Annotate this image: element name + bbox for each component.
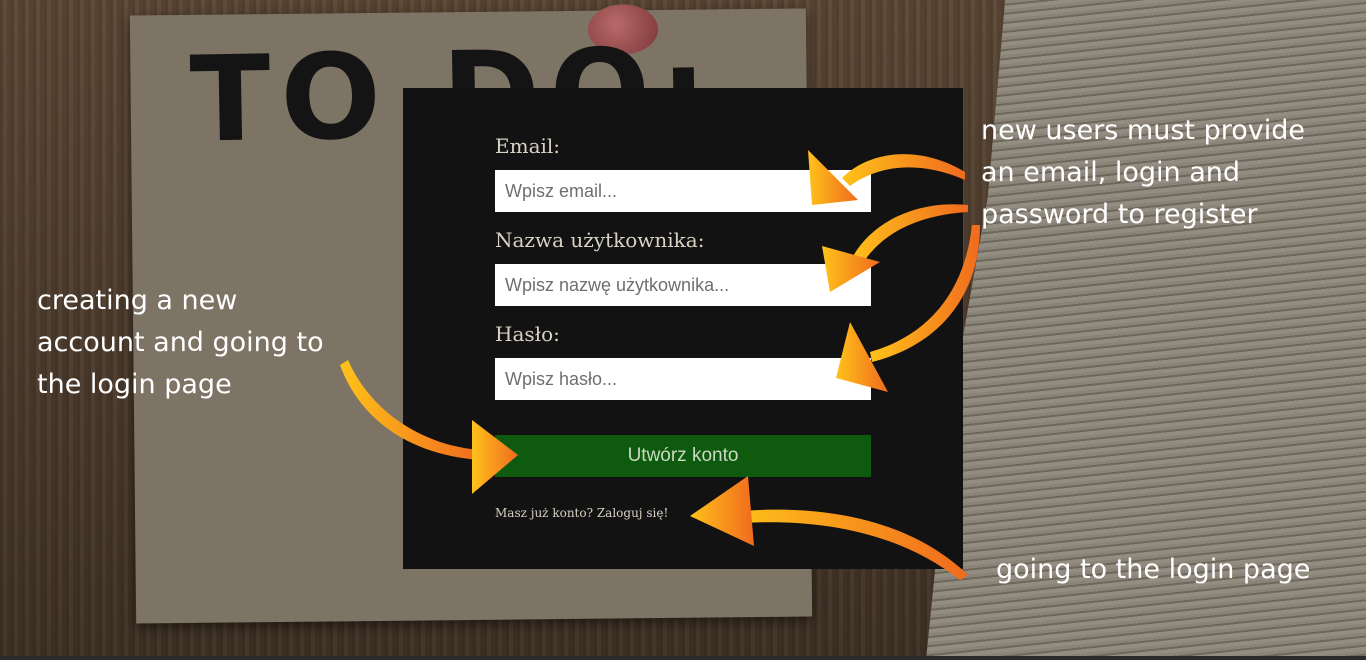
password-field[interactable] [495,358,871,400]
username-field[interactable] [495,264,871,306]
annotation-go-login: going to the login page [996,554,1311,585]
email-label: Email: [495,134,561,158]
login-link[interactable]: Masz już konto? Zaloguj się! [495,506,668,520]
create-account-button[interactable]: Utwórz konto [495,435,871,477]
password-label: Hasło: [495,322,560,346]
username-label: Nazwa użytkownika: [495,228,705,252]
bottom-bar [0,656,1366,660]
register-panel: Email: Nazwa użytkownika: Hasło: Utwórz … [403,88,963,569]
annotation-register-fields: new users must provide an email, login a… [981,115,1305,230]
annotation-create-account: creating a new account and going to the … [37,285,324,400]
email-field[interactable] [495,170,871,212]
